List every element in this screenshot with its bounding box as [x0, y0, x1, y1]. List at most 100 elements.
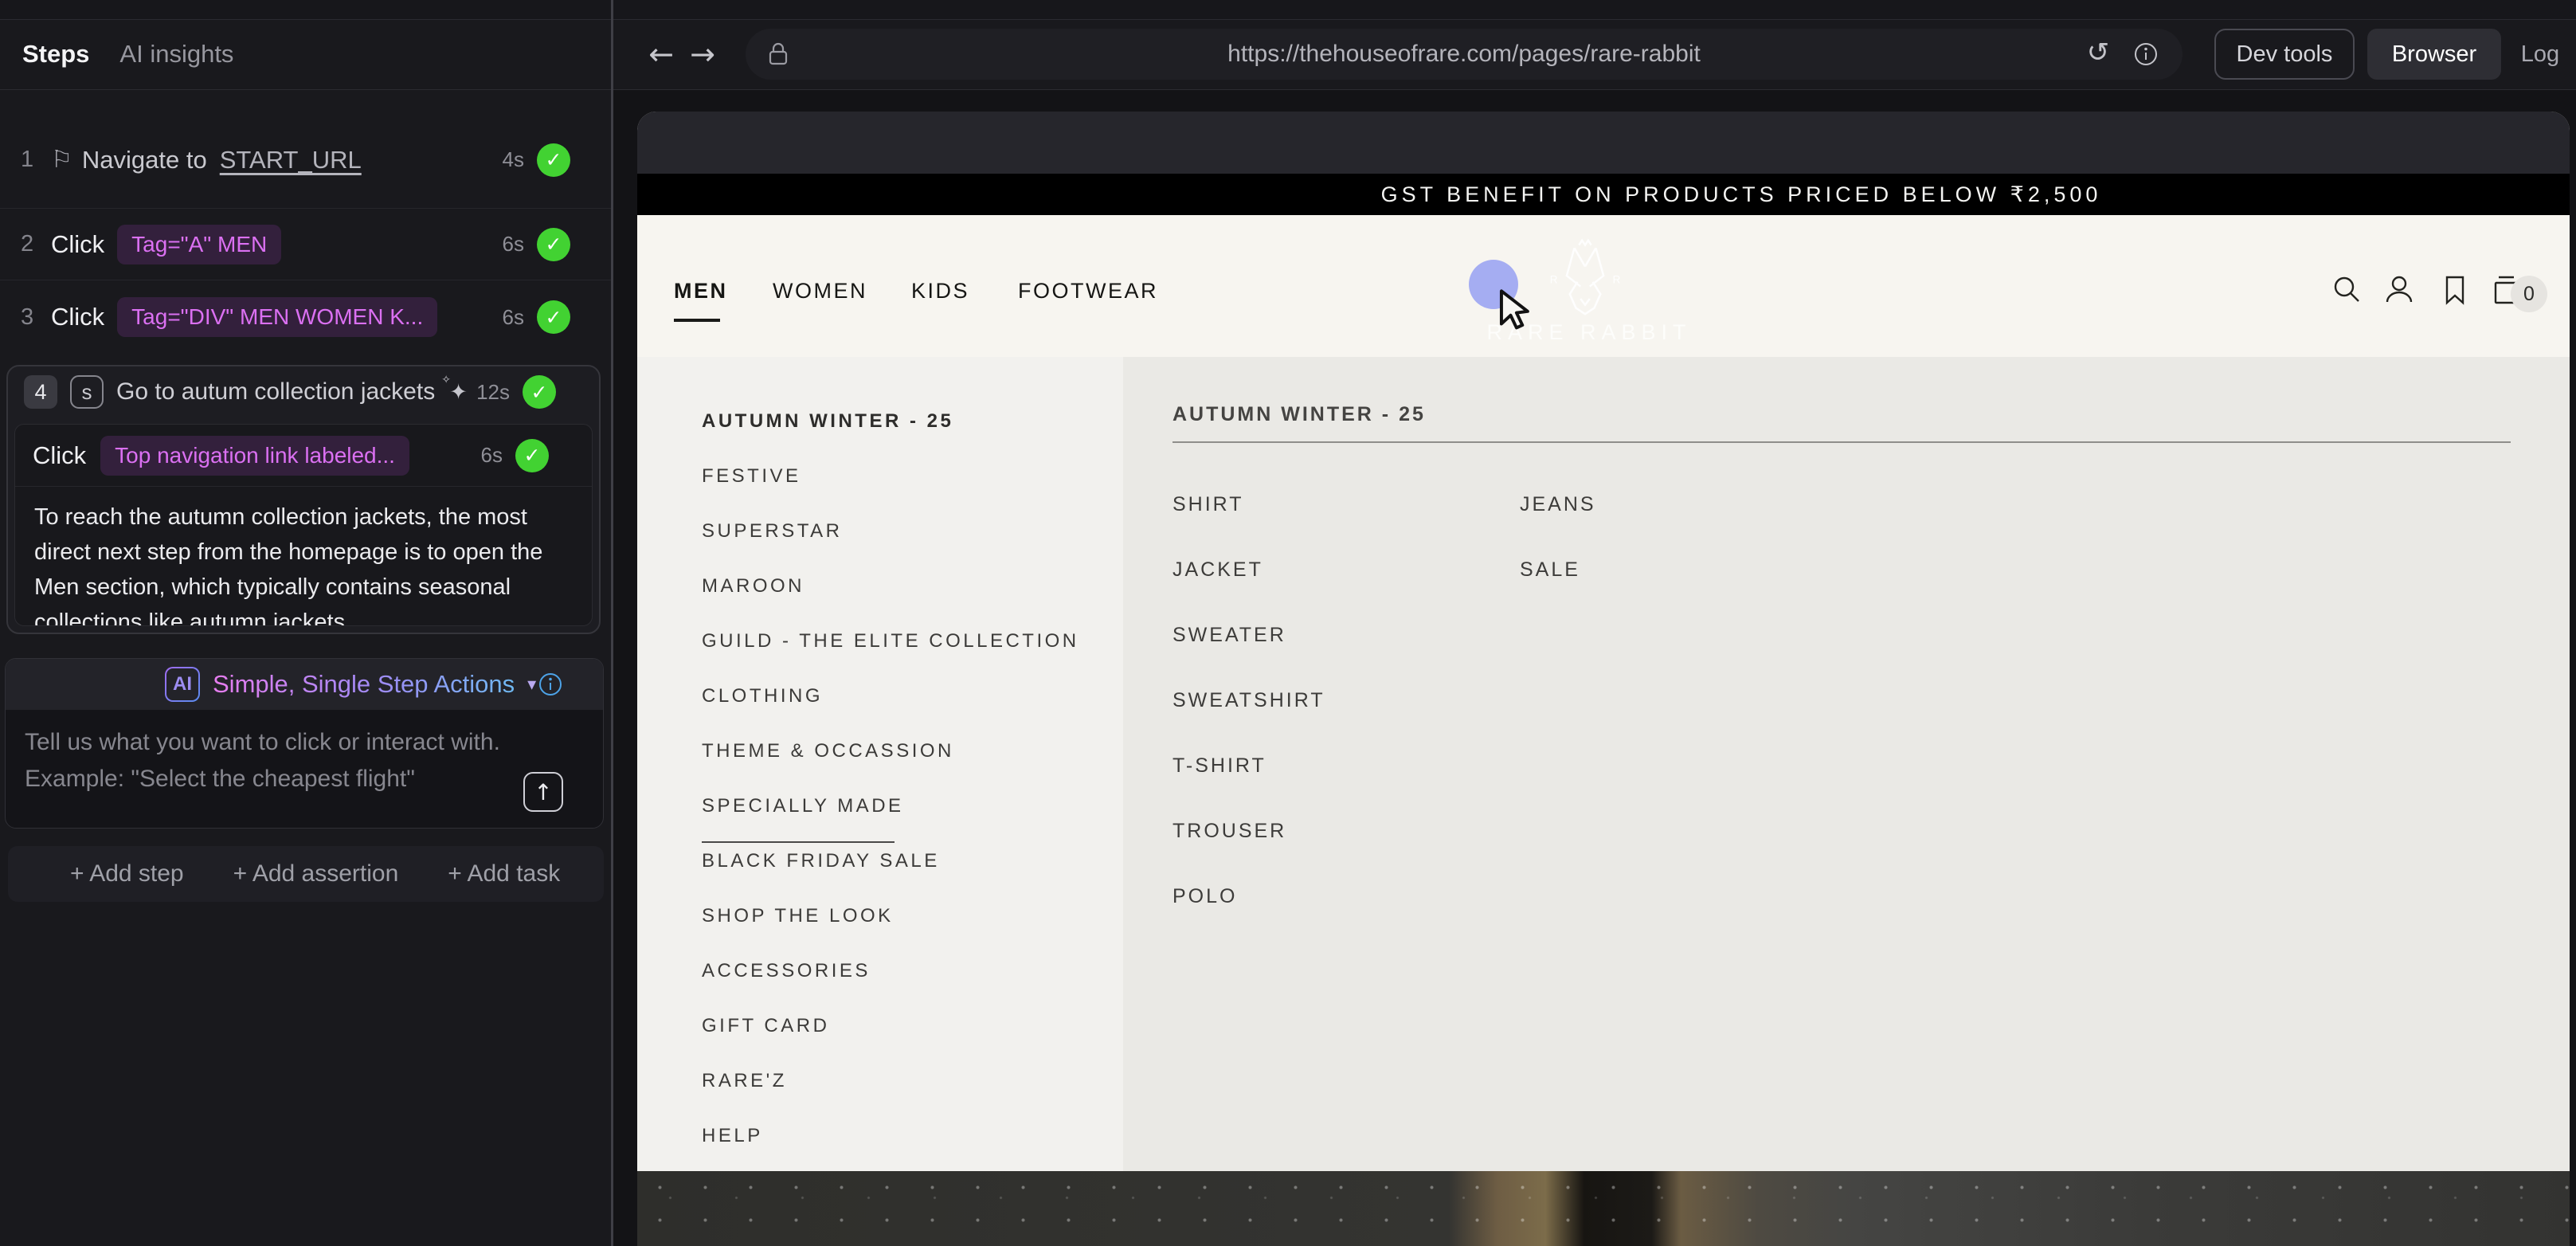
ai-sparkle-icon: ✦✧	[449, 380, 468, 405]
step-4-header[interactable]: 4 s Go to autum collection jackets ✦✧ 12…	[8, 366, 599, 417]
start-url-link[interactable]: START_URL	[220, 146, 362, 174]
rarez-underline	[702, 841, 895, 843]
hero-photo	[637, 1171, 2570, 1246]
step-row-2[interactable]: 2 Click Tag="A" MEN 6s ✓	[0, 209, 613, 280]
add-task-button[interactable]: + Add task	[448, 860, 560, 887]
dev-tools-button[interactable]: Dev tools	[2214, 29, 2355, 80]
sidebar-divider	[611, 0, 613, 1246]
browser-view-toggle[interactable]: Browser	[2367, 29, 2501, 80]
app-root: Steps AI insights 1 ⚐ Navigate to START_…	[0, 0, 2576, 1246]
selector-badge[interactable]: Tag="DIV" MEN WOMEN K...	[117, 297, 437, 337]
menu-item[interactable]: SUPERSTAR	[702, 503, 1123, 558]
sidebar-footer-actions: + Add step + Add assertion + Add task	[8, 846, 604, 902]
page-info-icon[interactable]	[2133, 41, 2159, 67]
step-4-substep-panel: Click Top navigation link labeled... 6s …	[14, 424, 593, 626]
menu-item[interactable]: GUILD - THE ELITE COLLECTION	[702, 613, 1123, 668]
mega-menu-categories: AUTUMN WINTER - 25FESTIVESUPERSTARMAROON…	[637, 357, 1123, 1171]
step-duration: 6s	[481, 443, 503, 468]
step-number: 3	[21, 304, 38, 331]
nav-kids[interactable]: KIDS	[911, 279, 969, 304]
panel-title-rule	[1173, 441, 2511, 443]
nav-footwear[interactable]: FOOTWEAR	[1018, 279, 1158, 304]
ai-mode-selector[interactable]: Simple, Single Step Actions	[213, 670, 515, 699]
menu-item[interactable]: RARE'Z	[702, 1053, 1123, 1108]
submit-prompt-button[interactable]: ↑	[523, 772, 563, 812]
add-step-button[interactable]: + Add step	[70, 860, 184, 887]
menu-item[interactable]: HELP	[702, 1108, 1123, 1163]
menu-item[interactable]: ACCESSORIES	[702, 943, 1123, 998]
step-action: Click	[51, 230, 104, 259]
wishlist-bookmark-icon[interactable]	[2437, 272, 2472, 308]
panel-item[interactable]: TROUSER	[1173, 798, 1325, 864]
step-duration: 12s	[476, 380, 510, 405]
selector-badge[interactable]: Tag="A" MEN	[117, 225, 281, 264]
menu-item[interactable]: MAROON	[702, 558, 1123, 613]
announcement-banner: GST BENEFIT ON PRODUCTS PRICED BELOW ₹2,…	[637, 174, 2570, 215]
step-duration: 6s	[503, 232, 524, 257]
flag-icon: ⚐	[51, 146, 72, 174]
sidebar-tabs: Steps AI insights	[0, 19, 613, 89]
step-group-4[interactable]: 4 s Go to autum collection jackets ✦✧ 12…	[6, 365, 601, 634]
page-top-band	[637, 112, 2570, 174]
panel-item[interactable]: SWEATSHIRT	[1173, 668, 1325, 733]
ai-mode-header: AI Simple, Single Step Actions ▾	[6, 659, 603, 710]
success-check-icon: ✓	[515, 439, 549, 472]
menu-item[interactable]: FESTIVE	[702, 449, 1123, 503]
nav-women[interactable]: WOMEN	[773, 279, 867, 304]
panel-item[interactable]: SHIRT	[1173, 472, 1325, 537]
panel-item[interactable]: JEANS	[1520, 472, 1596, 537]
tab-steps[interactable]: Steps	[22, 40, 89, 69]
step-label: Navigate to	[82, 146, 207, 174]
menu-item[interactable]: GIFT CARD	[702, 998, 1123, 1053]
panel-column-2: JEANSSALE	[1520, 472, 1596, 602]
browser-back-button[interactable]: ←	[642, 35, 680, 73]
browser-forward-button[interactable]: →	[683, 35, 722, 73]
chevron-down-icon[interactable]: ▾	[527, 675, 536, 695]
window-top-strip	[0, 0, 2576, 19]
panel-item[interactable]: POLO	[1173, 864, 1325, 929]
steps-sidebar: Steps AI insights 1 ⚐ Navigate to START_…	[0, 0, 613, 1246]
substep-click-row[interactable]: Click Top navigation link labeled... 6s …	[15, 425, 592, 487]
step-row-1[interactable]: 1 ⚐ Navigate to START_URL 4s ✓	[0, 112, 613, 209]
menu-item[interactable]: SPECIALLY MADE	[702, 778, 1123, 833]
success-check-icon: ✓	[523, 375, 556, 409]
reload-icon[interactable]: ↺	[2082, 37, 2114, 72]
mega-menu-panel: AUTUMN WINTER - 25 SHIRTJACKETSWEATERSWE…	[1123, 357, 2570, 1171]
account-icon[interactable]	[2382, 272, 2417, 308]
selector-badge[interactable]: Top navigation link labeled...	[100, 436, 409, 476]
menu-item[interactable]: SHOP THE LOOK	[702, 888, 1123, 943]
tab-ai-insights[interactable]: AI insights	[119, 40, 233, 69]
menu-item[interactable]: THEME & OCCASSION	[702, 723, 1123, 778]
search-icon[interactable]	[2329, 272, 2364, 308]
panel-title: AUTUMN WINTER - 25	[1173, 403, 1426, 426]
mouse-cursor	[1497, 288, 1542, 333]
step-duration: 4s	[503, 147, 524, 172]
info-icon[interactable]	[538, 672, 563, 697]
url-bar[interactable]: https://thehouseofrare.com/pages/rare-ra…	[746, 29, 2183, 80]
step-row-3[interactable]: 3 Click Tag="DIV" MEN WOMEN K... 6s ✓	[0, 280, 613, 354]
url-text[interactable]: https://thehouseofrare.com/pages/rare-ra…	[746, 29, 2183, 80]
menu-item[interactable]: CLOTHING	[702, 668, 1123, 723]
nav-men-active-underline	[674, 319, 720, 322]
success-check-icon: ✓	[537, 228, 570, 261]
svg-text:R: R	[1550, 274, 1558, 286]
ai-composer: AI Simple, Single Step Actions ▾ Tell us…	[5, 658, 604, 829]
step-number: 2	[21, 231, 38, 257]
step-number: 1	[21, 147, 38, 173]
ai-prompt-input[interactable]: Tell us what you want to click or intera…	[25, 724, 534, 797]
rare-rabbit-logo-icon: R R	[1539, 236, 1631, 319]
panel-item[interactable]: T-SHIRT	[1173, 733, 1325, 798]
panel-item[interactable]: SWEATER	[1173, 602, 1325, 668]
toolbar-divider	[0, 89, 2576, 90]
add-assertion-button[interactable]: + Add assertion	[233, 860, 399, 887]
success-check-icon: ✓	[537, 143, 570, 177]
step-number-chip: 4	[24, 375, 57, 409]
log-view-toggle[interactable]: Log	[2506, 29, 2574, 80]
top-divider	[0, 19, 2576, 20]
cart-count-badge: 0	[2511, 276, 2547, 312]
step-task-label: Go to autum collection jackets	[116, 378, 435, 406]
menu-item[interactable]: AUTUMN WINTER - 25	[702, 394, 1123, 449]
panel-item[interactable]: JACKET	[1173, 537, 1325, 602]
nav-men[interactable]: MEN	[674, 279, 728, 304]
panel-item[interactable]: SALE	[1520, 537, 1596, 602]
